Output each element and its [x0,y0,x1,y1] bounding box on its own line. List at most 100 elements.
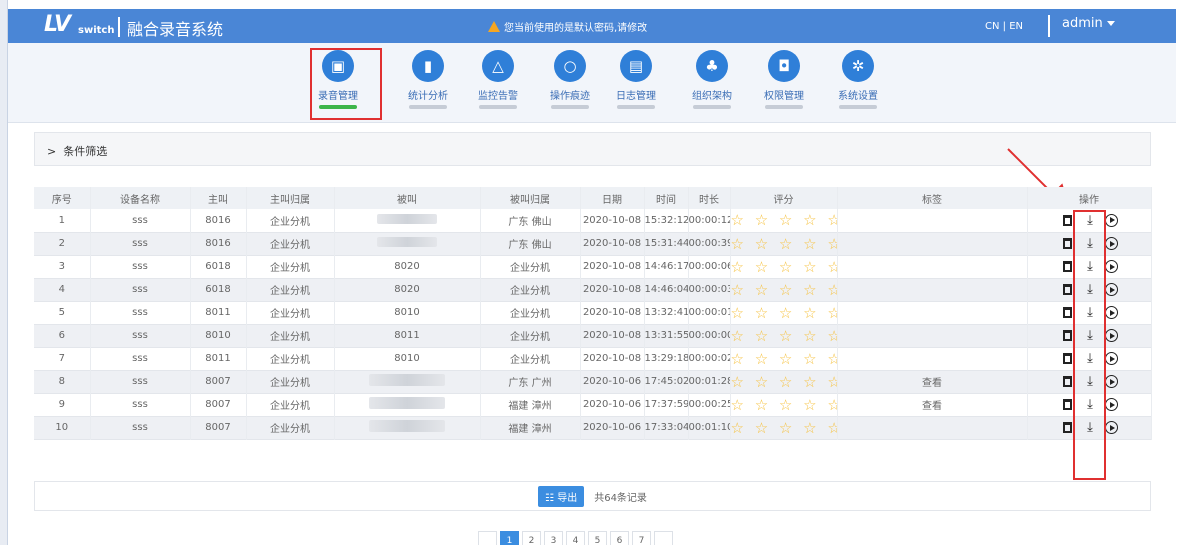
cell-device: sss [90,209,191,232]
user-divider [1048,15,1050,37]
nav-indicator [839,105,877,109]
cell-duration: 00:01:10 [688,416,731,439]
logo-divider [118,17,120,37]
play-icon[interactable] [1104,260,1118,273]
caret-down-icon [1106,21,1115,26]
module-nav: ▣ 录音管理 ▮ 统计分析 △ 监控告警 ○ 操作痕迹 ▤ 日志管理 ♣ 组织架构 ◘ 权限管理 ✲ 系统设置 [8,43,1176,123]
nav-label: 统计分析 [408,91,448,102]
trash-icon[interactable] [1063,261,1073,272]
column-header: 时长 [688,187,731,209]
play-icon[interactable] [1104,237,1118,250]
cell-duration: 00:00:39 [688,232,731,255]
trash-icon[interactable] [1063,330,1073,341]
table-row: 6 sss 8010 企业分机 8011 企业分机 2020-10-08 13:31:55 00… [34,324,1152,347]
cell-caller-loc: 企业分机 [246,324,335,347]
cell-device: sss [90,278,191,301]
cell-rating: ☆ ☆ ☆ ☆ ☆ [730,416,838,439]
cell-duration: 00:00:00 [688,324,731,347]
nav-indicator [765,105,803,109]
column-header: 标签 [837,187,1028,209]
page-button[interactable]: 3 [544,531,563,545]
next-page-button[interactable] [654,531,673,545]
play-icon[interactable] [1104,283,1118,296]
search-icon: ○ [554,50,586,82]
cell-callee-loc: 企业分机 [480,347,581,370]
column-header: 评分 [730,187,838,209]
cell-time: 15:32:12 [644,209,689,232]
cell-duration: 00:00:06 [688,255,731,278]
cell-callee-loc: 企业分机 [480,301,581,324]
cell-rating: ☆ ☆ ☆ ☆ ☆ [730,324,838,347]
warning-text: 您当前使用的是默认密码,请修改 [504,23,648,34]
nav-item-5[interactable]: ▤ 日志管理 [606,50,666,109]
trash-icon[interactable] [1063,376,1073,387]
language-switch[interactable]: CN | EN [985,21,1023,32]
cell-device: sss [90,255,191,278]
page-button[interactable]: 6 [610,531,629,545]
trash-icon[interactable] [1063,214,1073,226]
cell-tag[interactable]: 查看 [837,370,1028,393]
table-row: 9 sss 8007 企业分机 福建 漳州 2020-10-06 17:37:59 00:00… [34,393,1152,416]
nav-indicator [479,105,517,109]
cell-date: 2020-10-08 [580,301,645,324]
cell-callee-loc: 企业分机 [480,278,581,301]
prev-page-button[interactable] [478,531,497,545]
trash-icon[interactable] [1063,353,1073,364]
play-icon[interactable] [1104,306,1118,319]
filter-panel[interactable]: > 条件筛选 [34,132,1151,166]
user-menu[interactable]: admin [1062,16,1115,31]
cell-callee [334,393,481,416]
page-button[interactable]: 5 [588,531,607,545]
nav-label: 系统设置 [838,91,878,102]
page-button[interactable]: 1 [500,531,519,545]
trash-icon[interactable] [1063,307,1073,318]
cell-tag[interactable]: 查看 [837,393,1028,416]
trash-icon[interactable] [1063,284,1073,295]
nav-item-8[interactable]: ✲ 系统设置 [828,50,888,109]
page-button[interactable]: 2 [522,531,541,545]
cell-callee: 8010 [334,347,481,370]
page-button[interactable]: 7 [632,531,651,545]
play-icon[interactable] [1104,352,1118,365]
cell-time: 13:32:41 [644,301,689,324]
cell-time: 15:31:44 [644,232,689,255]
cell-callee-loc: 福建 漳州 [480,416,581,439]
nav-item-6[interactable]: ♣ 组织架构 [682,50,742,109]
cell-no: 3 [34,255,91,278]
password-warning[interactable]: 您当前使用的是默认密码,请修改 [488,19,647,34]
nav-item-4[interactable]: ○ 操作痕迹 [540,50,600,109]
page-button[interactable]: 4 [566,531,585,545]
cell-caller: 8016 [190,209,247,232]
cell-device: sss [90,370,191,393]
play-icon[interactable] [1104,398,1118,411]
play-icon[interactable] [1104,375,1118,388]
cell-time: 14:46:04 [644,278,689,301]
nav-item-2[interactable]: ▮ 统计分析 [398,50,458,109]
cell-caller: 8011 [190,301,247,324]
trash-icon[interactable] [1063,399,1073,410]
top-bar: LV switch 融合录音系统 您当前使用的是默认密码,请修改 CN | EN… [8,9,1176,43]
cell-date: 2020-10-06 [580,370,645,393]
table-row: 5 sss 8011 企业分机 8010 企业分机 2020-10-08 13:32:41 00… [34,301,1152,324]
nav-indicator [693,105,731,109]
left-edge [0,0,8,545]
cell-caller-loc: 企业分机 [246,416,335,439]
nav-label: 权限管理 [764,91,804,102]
trash-icon[interactable] [1063,238,1073,249]
trash-icon[interactable] [1063,422,1073,433]
play-icon[interactable] [1104,329,1118,342]
column-header: 操作 [1027,187,1152,209]
export-button[interactable]: ☷ 导出 [538,485,585,507]
cell-rating: ☆ ☆ ☆ ☆ ☆ [730,278,838,301]
cell-no: 2 [34,232,91,255]
play-icon[interactable] [1104,213,1118,227]
cell-rating: ☆ ☆ ☆ ☆ ☆ [730,232,838,255]
play-icon[interactable] [1104,421,1118,434]
table-row: 4 sss 6018 企业分机 8020 企业分机 2020-10-08 14:46:04 00… [34,278,1152,301]
nav-item-3[interactable]: △ 监控告警 [468,50,528,109]
cell-device: sss [90,347,191,370]
gear-icon: ✲ [842,50,874,82]
cell-date: 2020-10-06 [580,393,645,416]
redacted-number [377,237,437,247]
nav-item-7[interactable]: ◘ 权限管理 [754,50,814,109]
